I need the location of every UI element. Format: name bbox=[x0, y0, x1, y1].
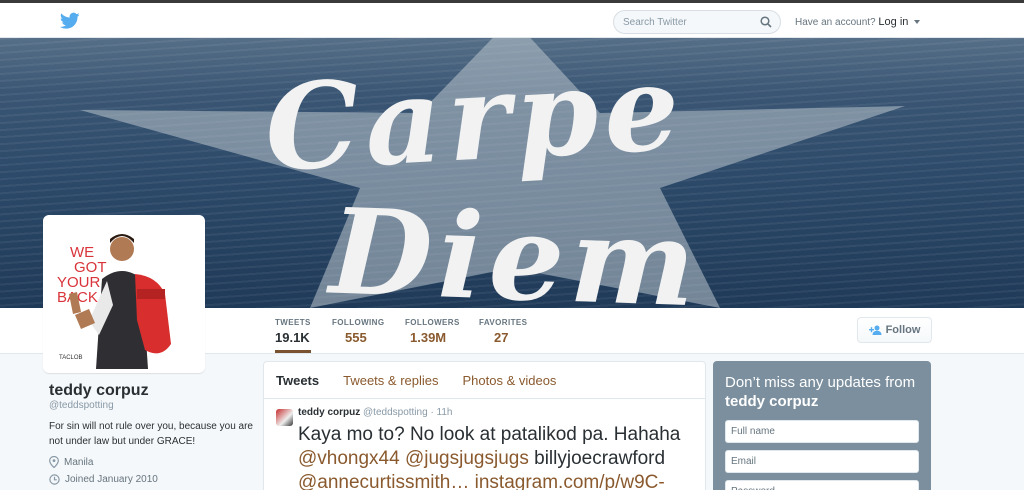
account-prompt-text: Have an account? bbox=[795, 17, 876, 28]
follow-button-label: Follow bbox=[885, 324, 921, 336]
tab-tweets[interactable]: Tweets bbox=[276, 373, 319, 388]
banner-text-diem: Diem bbox=[327, 181, 704, 308]
profile-location-text: Manila bbox=[64, 456, 94, 468]
search-icon[interactable] bbox=[760, 16, 772, 28]
signup-heading-name: teddy corpuz bbox=[725, 393, 819, 410]
stat-label: FOLLOWERS bbox=[405, 318, 460, 327]
tab-photos-and-videos[interactable]: Photos & videos bbox=[462, 373, 556, 388]
stat-label: TWEETS bbox=[275, 318, 311, 327]
stat-label: FAVORITES bbox=[479, 318, 528, 327]
stat-followers[interactable]: FOLLOWERS 1.39M bbox=[405, 318, 460, 345]
profile-bio: For sin will not rule over you, because … bbox=[49, 421, 253, 447]
chevron-down-icon[interactable] bbox=[914, 20, 921, 25]
tweet-timestamp[interactable]: · 11h bbox=[430, 407, 452, 418]
calendar-clock-icon bbox=[49, 474, 60, 485]
tweet-text: Kaya mo to? No look at patalikod pa. Hah… bbox=[298, 423, 695, 490]
tweet-mention-link[interactable]: @vhongx44 bbox=[298, 448, 400, 469]
stat-value: 555 bbox=[345, 330, 367, 345]
follow-button[interactable]: Follow bbox=[857, 317, 932, 343]
search-input[interactable] bbox=[614, 11, 754, 33]
top-navigation-bar: Have an account? Log in bbox=[0, 0, 1024, 38]
signup-heading: Don’t miss any updates from teddy corpuz bbox=[725, 373, 919, 411]
tweet-text-plain: billyjoecrawford bbox=[534, 448, 666, 469]
login-link[interactable]: Log in bbox=[878, 16, 908, 28]
stat-value: 19.1K bbox=[275, 330, 310, 345]
password-field[interactable] bbox=[725, 480, 919, 490]
tweet-text-line3: @annecurtissmith… instagram.com/p/w9C- bbox=[298, 471, 695, 490]
tweet-text-line2: @vhongx44 @jugsjugsjugs billyjoecrawford bbox=[298, 447, 695, 471]
timeline-tabs: Tweets Tweets & replies Photos & videos bbox=[264, 362, 705, 399]
email-field[interactable] bbox=[725, 450, 919, 473]
profile-name[interactable]: teddy corpuz bbox=[49, 382, 149, 400]
stat-following[interactable]: FOLLOWING 555 bbox=[332, 318, 384, 345]
avatar-image: WE GOT YOUR BACK TACLOB bbox=[47, 219, 201, 369]
twitter-bird-icon[interactable] bbox=[60, 12, 80, 30]
timeline: Tweets Tweets & replies Photos & videos … bbox=[263, 361, 706, 490]
account-prompt: Have an account? Log in bbox=[795, 16, 921, 28]
profile-location: Manila bbox=[49, 456, 93, 468]
avatar-brand: TACLOB bbox=[59, 355, 83, 361]
stat-tweets[interactable]: TWEETS 19.1K bbox=[275, 318, 311, 353]
profile-handle[interactable]: @teddspotting bbox=[49, 400, 114, 411]
tweet-header: teddy corpuz @teddspotting · 11h bbox=[298, 407, 695, 418]
tweet-url-link[interactable]: instagram.com/p/w9C- bbox=[475, 472, 665, 490]
tweet-mention-link[interactable]: @annecurtissmith… bbox=[298, 472, 469, 490]
profile-joined: Joined January 2010 bbox=[49, 474, 158, 485]
search-box[interactable] bbox=[613, 10, 781, 34]
tweet[interactable]: teddy corpuz @teddspotting · 11h Kaya mo… bbox=[264, 399, 705, 490]
stat-label: FOLLOWING bbox=[332, 318, 385, 327]
stat-value: 1.39M bbox=[410, 330, 447, 345]
tweet-author-handle[interactable]: @teddspotting bbox=[363, 407, 428, 418]
fullname-field[interactable] bbox=[725, 420, 919, 443]
stat-value: 27 bbox=[494, 330, 509, 345]
tweet-mention-link[interactable]: @jugsjugsjugs bbox=[405, 448, 529, 469]
tab-tweets-and-replies[interactable]: Tweets & replies bbox=[343, 373, 438, 388]
signup-heading-prefix: Don’t miss any updates from bbox=[725, 374, 916, 391]
banner-text-carpe: Carpe bbox=[261, 38, 689, 198]
tweet-text-line1: Kaya mo to? No look at patalikod pa. Hah… bbox=[298, 424, 681, 445]
signup-module: Don’t miss any updates from teddy corpuz bbox=[713, 361, 931, 490]
profile-avatar[interactable]: WE GOT YOUR BACK TACLOB bbox=[43, 215, 205, 373]
profile-joined-text: Joined January 2010 bbox=[65, 474, 158, 485]
add-user-icon bbox=[868, 325, 882, 335]
location-pin-icon bbox=[49, 456, 59, 468]
tweet-author-name[interactable]: teddy corpuz bbox=[298, 407, 360, 418]
stat-favorites[interactable]: FAVORITES 27 bbox=[479, 318, 527, 345]
tweet-avatar[interactable] bbox=[276, 409, 293, 426]
